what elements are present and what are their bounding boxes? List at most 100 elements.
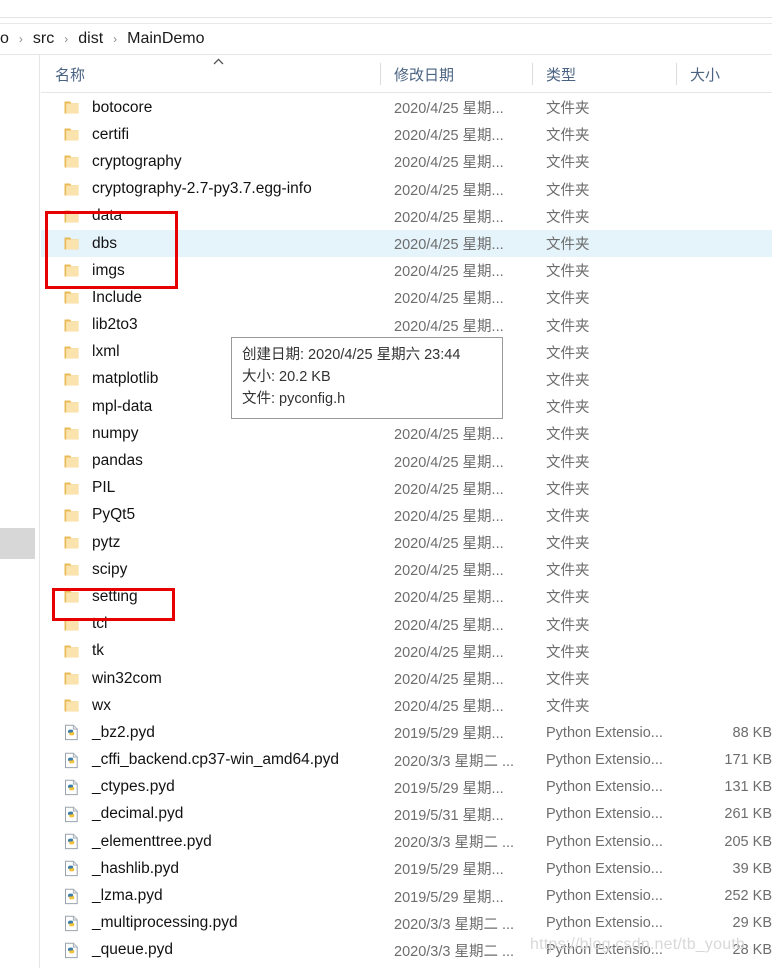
folder-icon [63,643,80,660]
file-row[interactable]: win32com 2020/4/25 星期... 文件夹 [41,665,772,692]
file-type-cell: 文件夹 [546,264,590,281]
window-top-divider-upper [0,17,772,18]
folder-icon [63,398,80,415]
file-row[interactable]: PyQt5 2020/4/25 星期... 文件夹 [41,502,772,529]
file-row[interactable]: _bz2.pyd 2019/5/29 星期... Python Extensio..… [41,719,772,746]
file-name-cell[interactable]: setting [41,583,380,610]
file-size-cell [676,692,772,719]
breadcrumb-item-o[interactable]: o [0,24,12,54]
file-type-cell: Python Extensio... [546,752,663,769]
file-name-cell[interactable]: wx [41,692,380,719]
file-name-cell[interactable]: _cffi_backend.cp37-win_amd64.pyd [41,747,380,774]
file-name-cell[interactable]: pytz [41,529,380,556]
file-name-label: mpl-data [92,397,153,415]
file-type-cell: 文件夹 [546,400,590,417]
file-list[interactable]: botocore 2020/4/25 星期... 文件夹 certifi 2020/4/… [41,94,772,968]
file-name-label: wx [92,696,111,714]
file-row[interactable]: _elementtree.pyd 2020/3/3 星期二 ... Python E… [41,828,772,855]
file-date-cell: 2020/3/3 星期二 ... [394,835,515,852]
file-date-cell: 2019/5/29 星期... [394,780,504,797]
column-header-type[interactable]: 类型 [532,55,676,93]
file-row[interactable]: _lzma.pyd 2019/5/29 星期... Python Extensio.… [41,882,772,909]
file-name-cell[interactable]: certifi [41,121,380,148]
column-header-date-modified[interactable]: 修改日期 [380,55,532,93]
file-name-label: _queue.pyd [92,941,174,959]
file-name-cell[interactable]: _ctypes.pyd [41,774,380,801]
column-header-name[interactable]: 名称 [41,55,380,93]
column-header-size[interactable]: 大小 [676,55,772,93]
file-name-cell[interactable]: tcl [41,611,380,638]
file-name-cell[interactable]: data [41,203,380,230]
file-type-cell: 文件夹 [546,617,590,634]
file-row[interactable]: wx 2020/4/25 星期... 文件夹 [41,692,772,719]
file-row[interactable]: dbs 2020/4/25 星期... 文件夹 [41,229,772,258]
file-row[interactable]: Include 2020/4/25 星期... 文件夹 [41,284,772,311]
file-name-label: imgs [92,261,125,279]
file-name-cell[interactable]: lib2to3 [41,312,380,339]
file-row[interactable]: certifi 2020/4/25 星期... 文件夹 [41,121,772,148]
file-name-cell[interactable]: pandas [41,447,380,474]
file-name-cell[interactable]: tk [41,638,380,665]
file-row[interactable]: imgs 2020/4/25 星期... 文件夹 [41,257,772,284]
file-row[interactable]: cryptography-2.7-py3.7.egg-info 2020/4/25… [41,176,772,203]
file-row[interactable]: pytz 2020/4/25 星期... 文件夹 [41,529,772,556]
file-name-cell[interactable]: _elementtree.pyd [41,828,380,855]
file-name-cell[interactable]: _queue.pyd [41,937,380,964]
file-date-cell: 2020/4/25 星期... [394,182,504,199]
file-name-cell[interactable]: imgs [41,257,380,284]
file-row[interactable]: lib2to3 2020/4/25 星期... 文件夹 [41,312,772,339]
file-type-cell: 文件夹 [546,291,590,308]
file-name-cell[interactable]: PIL [41,475,380,502]
file-row[interactable]: cryptography 2020/4/25 星期... 文件夹 [41,148,772,175]
file-row[interactable]: tcl 2020/4/25 星期... 文件夹 [41,611,772,638]
file-row[interactable]: _hashlib.pyd 2019/5/29 星期... Python Extens… [41,855,772,882]
file-row[interactable]: setting 2020/4/25 星期... 文件夹 [41,583,772,610]
breadcrumb-item-src[interactable]: src [30,24,57,54]
breadcrumb-separator-icon: › [113,32,118,46]
file-row[interactable]: _cffi_backend.cp37-win_amd64.pyd 2020/3/3… [41,747,772,774]
python-file-icon [63,806,80,823]
file-name-cell[interactable]: _decimal.pyd [41,801,380,828]
file-size-cell: 39 KB [732,860,772,877]
file-date-cell: 2019/5/31 星期... [394,807,504,824]
file-type-cell: 文件夹 [546,318,590,335]
breadcrumb[interactable]: o › src › dist › MainDemo [0,24,772,54]
file-name-cell[interactable]: _hashlib.pyd [41,855,380,882]
file-date-cell: 2019/5/29 星期... [394,889,504,906]
file-name-label: lib2to3 [92,316,138,334]
file-type-cell: 文件夹 [546,563,590,580]
file-name-cell[interactable]: scipy [41,556,380,583]
navigation-pane-scrollbar-thumb[interactable] [0,528,35,559]
file-date-cell: 2020/4/25 星期... [394,128,504,145]
file-row[interactable]: _multiprocessing.pyd 2020/3/3 星期二 ... Pyth… [41,910,772,937]
file-name-cell[interactable]: botocore [41,94,380,121]
file-row[interactable]: data 2020/4/25 星期... 文件夹 [41,203,772,230]
file-name-label: Include [92,288,142,306]
file-name-cell[interactable]: dbs [41,230,380,257]
file-name-cell[interactable]: win32com [41,665,380,692]
file-row[interactable]: scipy 2020/4/25 星期... 文件夹 [41,556,772,583]
file-name-cell[interactable]: cryptography-2.7-py3.7.egg-info [41,176,380,203]
file-row[interactable]: numpy 2020/4/25 星期... 文件夹 [41,420,772,447]
file-row[interactable]: pandas 2020/4/25 星期... 文件夹 [41,447,772,474]
file-row[interactable]: _decimal.pyd 2019/5/31 星期... Python Extens… [41,801,772,828]
file-row[interactable]: botocore 2020/4/25 星期... 文件夹 [41,94,772,121]
navigation-pane[interactable] [0,55,40,968]
file-row[interactable]: _ctypes.pyd 2019/5/29 星期... Python Extensi… [41,774,772,801]
file-size-cell [676,203,772,230]
file-type-cell: 文件夹 [546,699,590,716]
file-name-cell[interactable]: cryptography [41,148,380,175]
file-name-cell[interactable]: numpy [41,420,380,447]
breadcrumb-item-dist[interactable]: dist [75,24,106,54]
file-row[interactable]: PIL 2020/4/25 星期... 文件夹 [41,475,772,502]
file-name-cell[interactable]: PyQt5 [41,502,380,529]
breadcrumb-item-maindemo[interactable]: MainDemo [124,24,207,54]
file-name-cell[interactable]: _multiprocessing.pyd [41,910,380,937]
file-row[interactable]: tk 2020/4/25 星期... 文件夹 [41,638,772,665]
folder-icon [63,289,80,306]
file-name-cell[interactable]: Include [41,284,380,311]
file-name-cell[interactable]: _bz2.pyd [41,719,380,746]
file-size-cell: 131 KB [724,779,772,796]
file-name-cell[interactable]: _lzma.pyd [41,882,380,909]
file-size-cell [676,339,772,366]
